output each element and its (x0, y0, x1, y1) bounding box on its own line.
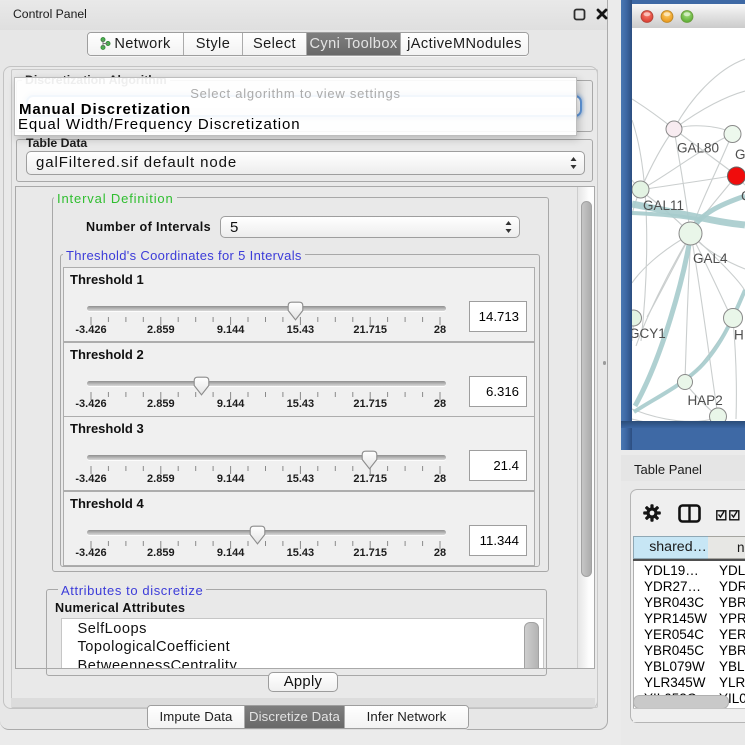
svg-text:GAL11: GAL11 (643, 198, 684, 213)
svg-text:GCY1: GCY1 (632, 326, 666, 341)
svg-text:C: C (741, 189, 745, 204)
svg-text:HAP2: HAP2 (688, 393, 723, 408)
svg-text:GAL4: GAL4 (693, 251, 728, 266)
svg-text:GAL80: GAL80 (677, 141, 719, 156)
svg-text:GA: GA (735, 147, 745, 162)
svg-text:H: H (734, 328, 744, 343)
